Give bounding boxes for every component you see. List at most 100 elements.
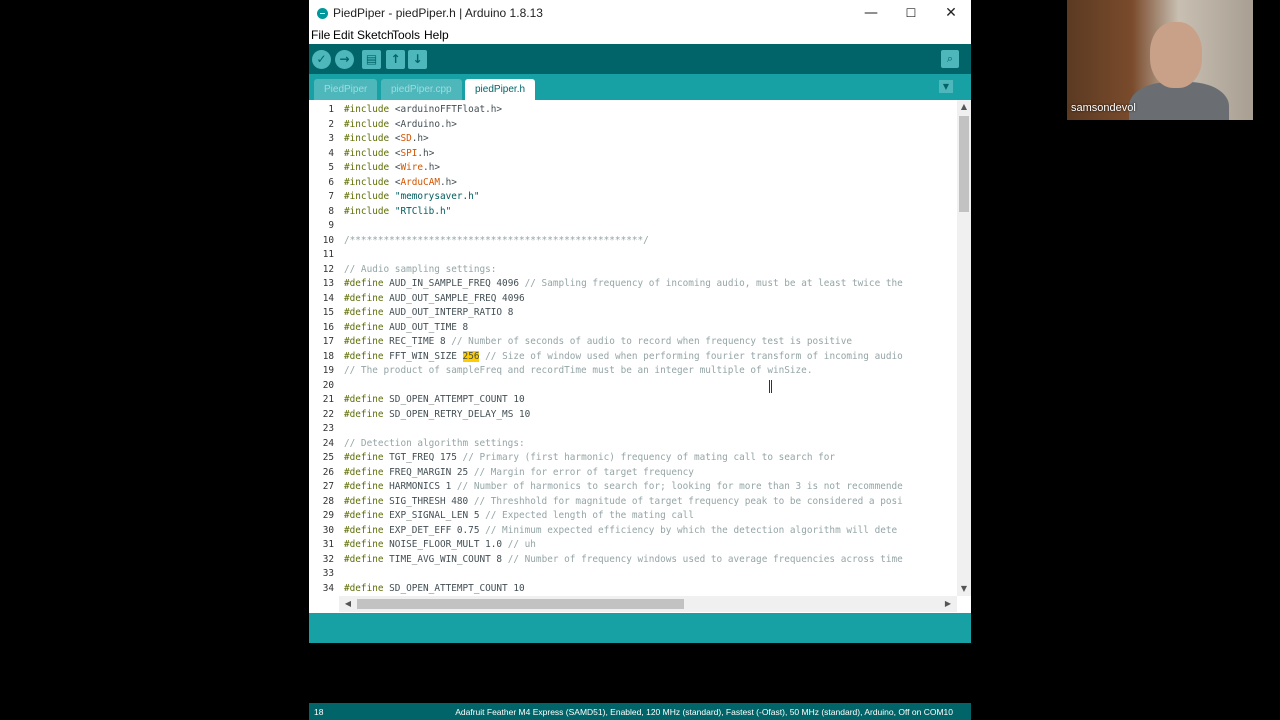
- code-text: #define FFT_WIN_SIZE 256 // Size of wind…: [344, 350, 903, 365]
- line-number: 27: [322, 481, 334, 492]
- line-number: 18: [322, 350, 334, 362]
- line-number: 16: [322, 321, 334, 333]
- verify-button[interactable]: ✓: [312, 50, 331, 69]
- code-text: #define NOISE_FLOOR_MULT 1.0 // uh: [344, 538, 536, 553]
- code-token: FREQ_MARGIN 25: [383, 466, 474, 478]
- code-token: #include: [344, 162, 395, 173]
- line-number: 30: [322, 524, 334, 536]
- minimize-button[interactable]: —: [851, 0, 891, 27]
- code-token: #define: [344, 394, 384, 405]
- scroll-right-icon[interactable]: ▶: [941, 599, 955, 608]
- code-token: "RTClib.h": [394, 205, 452, 217]
- line-number: 5: [328, 162, 334, 173]
- code-text: #define SD_OPEN_ATTEMPT_COUNT 10: [344, 393, 525, 408]
- code-token: #define: [344, 481, 384, 492]
- code-text: #define EXP_SIGNAL_LEN 5 // Expected len…: [344, 509, 694, 524]
- code-token: #define: [344, 582, 384, 594]
- maximize-button[interactable]: ☐: [891, 0, 931, 27]
- code-token: #define: [344, 466, 384, 478]
- line-number: 9: [328, 220, 334, 231]
- vertical-scrollbar[interactable]: ▲ ▼: [957, 100, 971, 596]
- tab-piedpiper-h[interactable]: piedPiper.h: [465, 79, 536, 100]
- code-token: <arduinoFFTFloat.h>: [394, 104, 503, 115]
- code-text: #include <SPI.h>: [344, 147, 434, 162]
- code-token: #define: [344, 321, 384, 333]
- horizontal-scrollbar[interactable]: ◀ ▶: [339, 596, 957, 612]
- line-number: 31: [322, 539, 334, 550]
- upload-button[interactable]: →: [335, 50, 354, 69]
- line-number: 34: [322, 582, 334, 594]
- menu-bar: File Edit Sketch Tools Help: [309, 27, 971, 44]
- line-number: 20: [322, 379, 334, 391]
- code-token: TIME_AVG_WIN_COUNT 8: [383, 553, 508, 565]
- line-number: 3: [328, 133, 334, 144]
- arduino-ide-window: PiedPiper - piedPiper.h | Arduino 1.8.13…: [309, 0, 971, 720]
- person-head: [1150, 22, 1202, 88]
- code-token: .h>: [411, 133, 429, 144]
- new-sketch-button[interactable]: ▤: [362, 50, 381, 69]
- code-token: AUD_OUT_SAMPLE_FREQ 4096: [383, 292, 525, 304]
- serial-monitor-button[interactable]: ⌕: [941, 50, 959, 68]
- code-token: #include: [344, 205, 395, 217]
- code-token: /***************************************…: [344, 234, 649, 246]
- code-token: .h>: [439, 176, 457, 188]
- line-number: 7: [328, 191, 334, 202]
- code-token: // The product of sampleFreq and recordT…: [344, 365, 813, 376]
- code-text: #define FREQ_MARGIN 25 // Margin for err…: [344, 466, 694, 481]
- code-editor[interactable]: 1 #include <arduinoFFTFloat.h> 2 #include <…: [309, 100, 957, 596]
- code-text: #include <Wire.h>: [344, 161, 440, 176]
- line-number: 25: [322, 452, 334, 463]
- search-highlight: 256: [462, 350, 480, 362]
- code-token: SIG_THRESH 480: [383, 495, 474, 507]
- code-text: #define REC_TIME 8 // Number of seconds …: [344, 335, 852, 350]
- code-token: TGT_FREQ 175: [383, 452, 463, 463]
- line-number: 10: [322, 234, 334, 246]
- vertical-scroll-thumb[interactable]: [959, 116, 969, 212]
- horizontal-scroll-thumb[interactable]: [357, 599, 684, 609]
- code-token: #define: [344, 292, 384, 304]
- tab-piedpiper[interactable]: PiedPiper: [314, 79, 378, 100]
- code-token: #define: [344, 553, 384, 565]
- code-token: #define: [344, 495, 384, 507]
- code-token: // Expected length of the mating call: [485, 510, 694, 521]
- code-token: EXP_SIGNAL_LEN 5: [383, 510, 486, 521]
- save-sketch-button[interactable]: ↓: [408, 50, 427, 69]
- line-number-indicator: 18: [314, 707, 324, 717]
- menu-file[interactable]: File: [311, 28, 330, 42]
- scroll-left-icon[interactable]: ◀: [341, 599, 355, 608]
- code-token: #define: [344, 524, 384, 536]
- code-text: #define AUD_OUT_INTERP_RATIO 8: [344, 306, 513, 321]
- tab-menu-button[interactable]: ▼: [939, 80, 953, 93]
- menu-sketch[interactable]: Sketch: [357, 28, 394, 42]
- code-text: #define EXP_DET_EFF 0.75 // Minimum expe…: [344, 524, 897, 539]
- close-button[interactable]: ✕: [931, 0, 971, 27]
- line-number: 17: [322, 336, 334, 347]
- code-token: ArduCAM: [400, 176, 440, 188]
- line-number: 28: [322, 495, 334, 507]
- code-token: AUD_OUT_INTERP_RATIO 8: [383, 307, 514, 318]
- webcam-overlay: samsondevol: [1067, 0, 1253, 120]
- line-number: 4: [328, 147, 334, 159]
- code-token: #include: [344, 118, 395, 130]
- tab-bar: PiedPiper piedPiper.cpp piedPiper.h ▼: [309, 74, 971, 100]
- scroll-up-icon[interactable]: ▲: [957, 102, 971, 111]
- ibeam-cursor-icon: [769, 380, 772, 393]
- line-number: 19: [322, 365, 334, 376]
- code-token: "memorysaver.h": [394, 191, 480, 202]
- line-number: 11: [322, 249, 334, 260]
- line-number: 29: [322, 510, 334, 521]
- open-sketch-button[interactable]: ↑: [386, 50, 405, 69]
- menu-tools[interactable]: Tools: [392, 28, 420, 42]
- scroll-down-icon[interactable]: ▼: [957, 584, 971, 593]
- code-token: HARMONICS 1: [383, 481, 457, 492]
- tab-piedpiper-cpp[interactable]: piedPiper.cpp: [381, 79, 462, 100]
- code-text: #include <SD.h>: [344, 132, 429, 147]
- code-token: REC_TIME 8: [383, 336, 452, 347]
- menu-edit[interactable]: Edit: [333, 28, 354, 42]
- code-token: // Primary (first harmonic) frequency of…: [462, 452, 836, 463]
- code-token: AUD_OUT_TIME 8: [383, 321, 469, 333]
- code-token: NOISE_FLOOR_MULT 1.0: [383, 539, 508, 550]
- code-token: #include: [344, 147, 395, 159]
- line-number: 32: [322, 553, 334, 565]
- menu-help[interactable]: Help: [424, 28, 449, 42]
